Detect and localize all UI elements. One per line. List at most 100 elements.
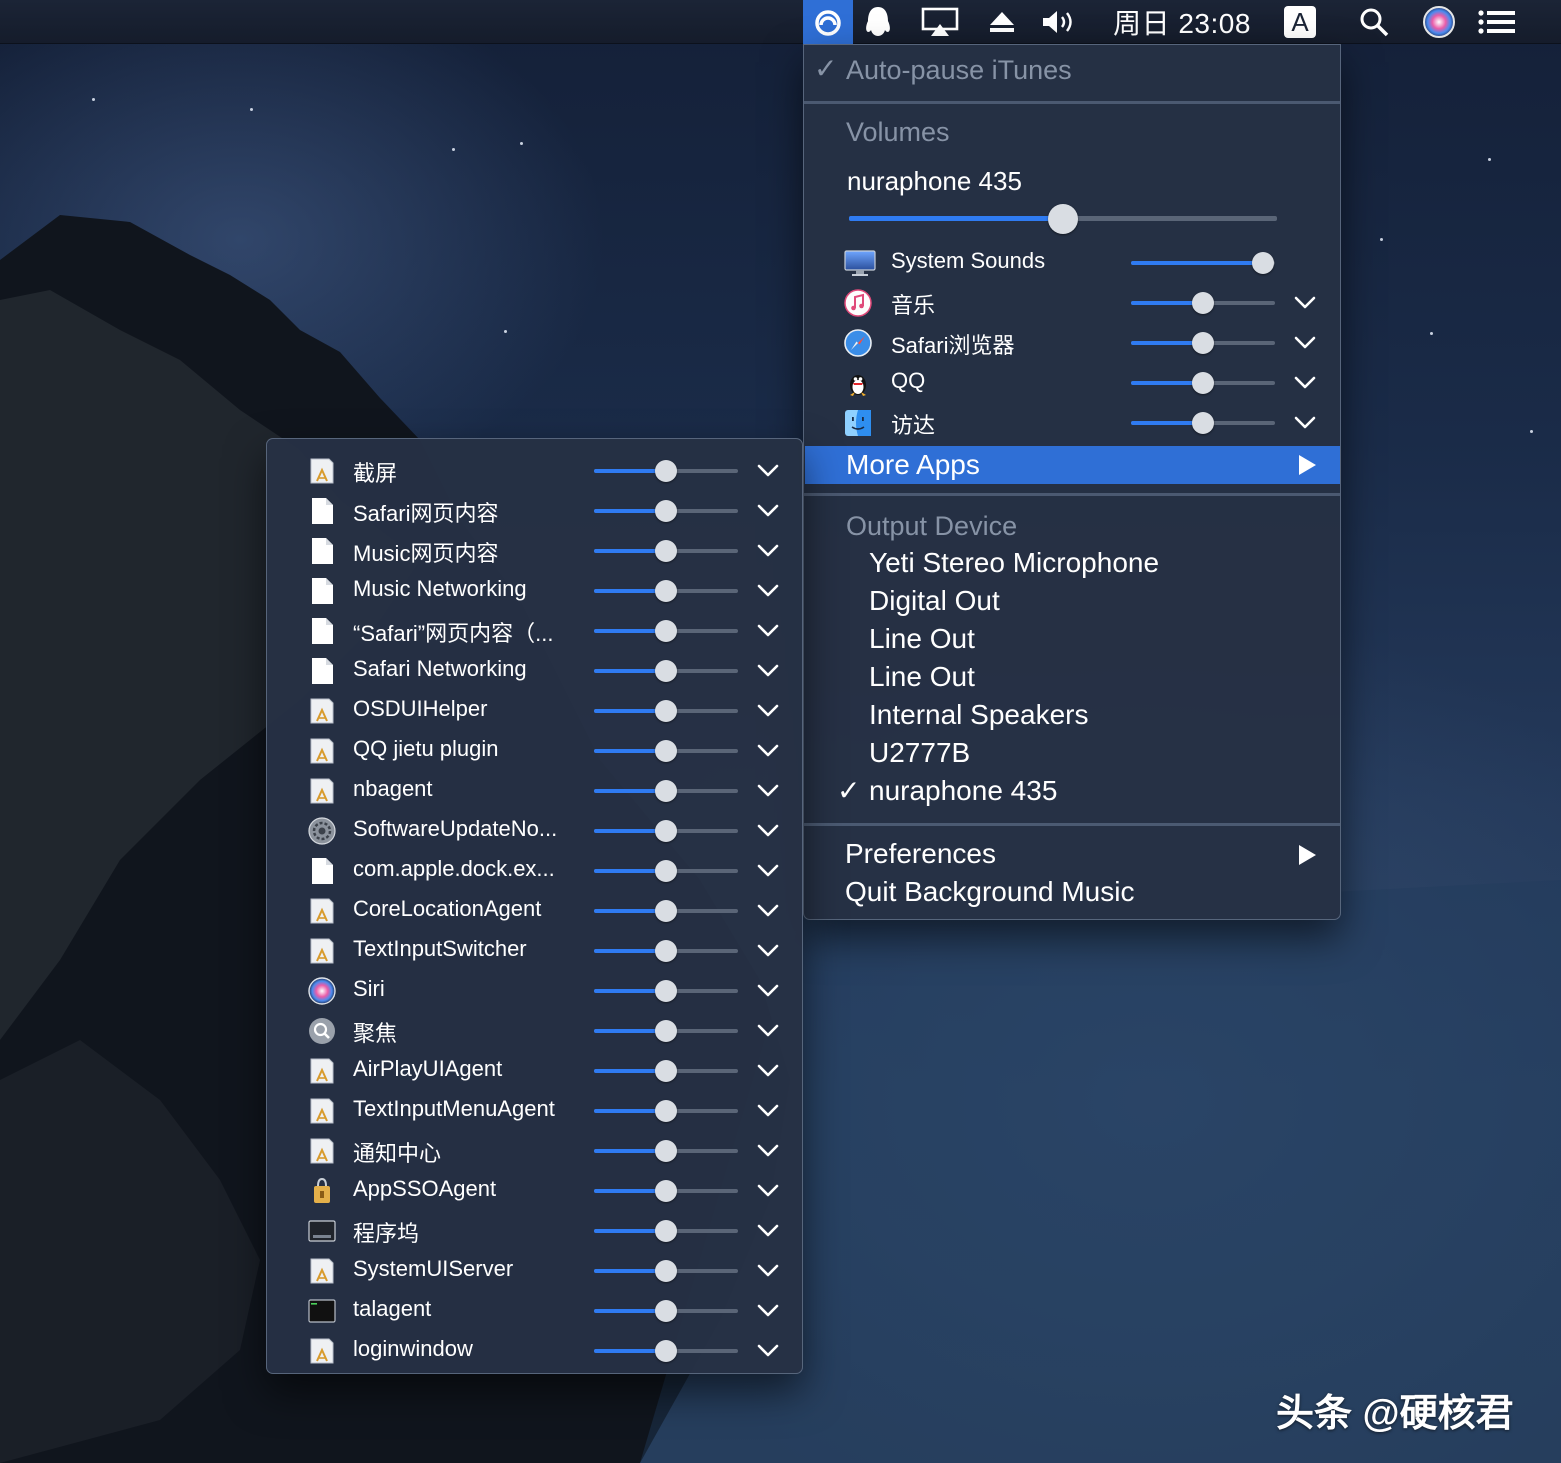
airplay-icon[interactable] bbox=[918, 0, 962, 44]
more-app-volume-slider[interactable] bbox=[594, 699, 738, 723]
output-device-item[interactable]: Yeti Stereo Microphone bbox=[804, 545, 1340, 583]
more-app-volume-slider[interactable] bbox=[594, 899, 738, 923]
more-app-volume-slider[interactable] bbox=[594, 1059, 738, 1083]
chevron-down-icon[interactable] bbox=[757, 584, 779, 598]
chevron-down-icon[interactable] bbox=[1294, 336, 1316, 350]
volume-icon[interactable] bbox=[1038, 0, 1082, 44]
slider-knob[interactable] bbox=[655, 1260, 677, 1282]
chevron-down-icon[interactable] bbox=[1294, 296, 1316, 310]
slider-knob[interactable] bbox=[1048, 204, 1078, 234]
app-volume-slider[interactable] bbox=[1131, 331, 1275, 355]
chevron-down-icon[interactable] bbox=[757, 544, 779, 558]
chevron-down-icon[interactable] bbox=[757, 1184, 779, 1198]
chevron-down-icon[interactable] bbox=[757, 504, 779, 518]
chevron-down-icon[interactable] bbox=[757, 1144, 779, 1158]
more-app-volume-slider[interactable] bbox=[594, 819, 738, 843]
more-app-volume-slider[interactable] bbox=[594, 499, 738, 523]
slider-knob[interactable] bbox=[655, 620, 677, 642]
slider-knob[interactable] bbox=[655, 940, 677, 962]
slider-knob[interactable] bbox=[655, 1060, 677, 1082]
more-apps-item[interactable]: More Apps bbox=[805, 446, 1340, 484]
notification-center-icon[interactable] bbox=[1476, 0, 1518, 44]
slider-knob[interactable] bbox=[655, 500, 677, 522]
slider-knob[interactable] bbox=[655, 580, 677, 602]
output-device-item[interactable]: Digital Out bbox=[804, 583, 1340, 621]
chevron-down-icon[interactable] bbox=[757, 984, 779, 998]
output-device-item[interactable]: U2777B bbox=[804, 735, 1340, 773]
slider-knob[interactable] bbox=[1192, 332, 1214, 354]
slider-knob[interactable] bbox=[655, 540, 677, 562]
output-device-item[interactable]: Line Out bbox=[804, 659, 1340, 697]
chevron-down-icon[interactable] bbox=[757, 1104, 779, 1118]
app-volume-slider[interactable] bbox=[1131, 251, 1275, 275]
more-app-volume-slider[interactable] bbox=[594, 459, 738, 483]
siri-icon[interactable] bbox=[1418, 0, 1460, 44]
chevron-down-icon[interactable] bbox=[757, 704, 779, 718]
more-app-volume-slider[interactable] bbox=[594, 1139, 738, 1163]
qq-penguin-icon[interactable] bbox=[858, 0, 898, 44]
more-app-volume-slider[interactable] bbox=[594, 779, 738, 803]
chevron-down-icon[interactable] bbox=[757, 1024, 779, 1038]
slider-knob[interactable] bbox=[655, 1020, 677, 1042]
slider-knob[interactable] bbox=[655, 1100, 677, 1122]
chevron-down-icon[interactable] bbox=[1294, 416, 1316, 430]
more-app-volume-slider[interactable] bbox=[594, 859, 738, 883]
app-volume-slider[interactable] bbox=[1131, 291, 1275, 315]
slider-knob[interactable] bbox=[655, 980, 677, 1002]
background-music-icon[interactable] bbox=[803, 0, 853, 44]
slider-knob[interactable] bbox=[655, 900, 677, 922]
slider-knob[interactable] bbox=[1252, 252, 1275, 274]
chevron-down-icon[interactable] bbox=[757, 824, 779, 838]
more-app-volume-slider[interactable] bbox=[594, 939, 738, 963]
chevron-down-icon[interactable] bbox=[757, 624, 779, 638]
more-app-volume-slider[interactable] bbox=[594, 1339, 738, 1363]
slider-knob[interactable] bbox=[655, 460, 677, 482]
chevron-down-icon[interactable] bbox=[757, 944, 779, 958]
more-app-volume-slider[interactable] bbox=[594, 979, 738, 1003]
input-source-icon[interactable]: A bbox=[1282, 0, 1318, 44]
slider-knob[interactable] bbox=[655, 1340, 677, 1362]
slider-knob[interactable] bbox=[655, 1140, 677, 1162]
slider-knob[interactable] bbox=[655, 1220, 677, 1242]
slider-knob[interactable] bbox=[655, 860, 677, 882]
chevron-down-icon[interactable] bbox=[757, 1264, 779, 1278]
slider-knob[interactable] bbox=[655, 700, 677, 722]
eject-icon[interactable] bbox=[983, 0, 1021, 44]
more-app-volume-slider[interactable] bbox=[594, 659, 738, 683]
chevron-down-icon[interactable] bbox=[757, 904, 779, 918]
slider-knob[interactable] bbox=[655, 820, 677, 842]
slider-knob[interactable] bbox=[1192, 412, 1214, 434]
more-app-volume-slider[interactable] bbox=[594, 1259, 738, 1283]
more-app-volume-slider[interactable] bbox=[594, 1219, 738, 1243]
app-volume-slider[interactable] bbox=[1131, 411, 1275, 435]
more-app-volume-slider[interactable] bbox=[594, 1299, 738, 1323]
more-app-volume-slider[interactable] bbox=[594, 619, 738, 643]
chevron-down-icon[interactable] bbox=[757, 1344, 779, 1358]
output-device-item[interactable]: Line Out bbox=[804, 621, 1340, 659]
output-device-item[interactable]: ✓ nuraphone 435 bbox=[804, 773, 1340, 811]
chevron-down-icon[interactable] bbox=[757, 744, 779, 758]
chevron-down-icon[interactable] bbox=[757, 1064, 779, 1078]
slider-knob[interactable] bbox=[1192, 372, 1214, 394]
more-app-volume-slider[interactable] bbox=[594, 1179, 738, 1203]
device-volume-slider[interactable] bbox=[849, 204, 1277, 234]
chevron-down-icon[interactable] bbox=[757, 784, 779, 798]
auto-pause-item[interactable]: ✓ Auto-pause iTunes bbox=[814, 52, 1072, 85]
menu-bar-clock[interactable]: 周日 23:08 bbox=[1104, 0, 1260, 44]
chevron-down-icon[interactable] bbox=[1294, 376, 1316, 390]
more-app-volume-slider[interactable] bbox=[594, 1099, 738, 1123]
slider-knob[interactable] bbox=[655, 780, 677, 802]
slider-knob[interactable] bbox=[655, 1300, 677, 1322]
preferences-item[interactable]: Preferences bbox=[804, 836, 1340, 874]
slider-knob[interactable] bbox=[655, 660, 677, 682]
slider-knob[interactable] bbox=[1192, 292, 1214, 314]
more-app-volume-slider[interactable] bbox=[594, 739, 738, 763]
more-app-volume-slider[interactable] bbox=[594, 579, 738, 603]
spotlight-icon[interactable] bbox=[1354, 0, 1394, 44]
app-volume-slider[interactable] bbox=[1131, 371, 1275, 395]
more-app-volume-slider[interactable] bbox=[594, 1019, 738, 1043]
chevron-down-icon[interactable] bbox=[757, 664, 779, 678]
quit-item[interactable]: Quit Background Music bbox=[804, 874, 1340, 912]
more-app-volume-slider[interactable] bbox=[594, 539, 738, 563]
chevron-down-icon[interactable] bbox=[757, 1224, 779, 1238]
